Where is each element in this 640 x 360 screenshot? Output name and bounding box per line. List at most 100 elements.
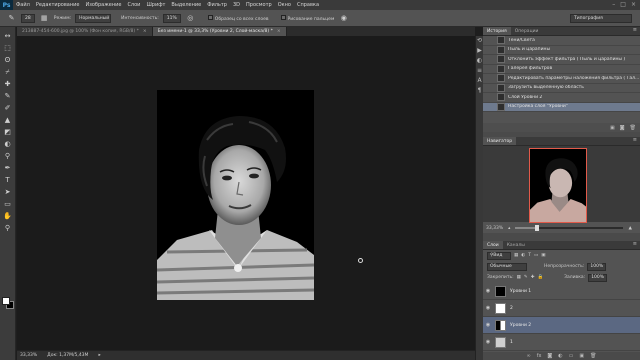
adjustments-panel-icon[interactable]: ◐ bbox=[477, 58, 482, 64]
menu-item-8[interactable]: Просмотр bbox=[243, 2, 275, 8]
new-layer-icon[interactable]: ▣ bbox=[579, 353, 584, 359]
history-state[interactable]: Настройка слоя "Уровни" bbox=[483, 102, 640, 112]
panel-menu-icon[interactable]: ≡ bbox=[633, 241, 640, 249]
minimize-button[interactable]: – bbox=[612, 1, 615, 8]
crop-tool-icon[interactable]: ✚ bbox=[2, 79, 13, 90]
menu-item-0[interactable]: Файл bbox=[13, 2, 33, 8]
tab-layers[interactable]: Слои bbox=[483, 241, 503, 249]
layer-name[interactable]: Уровни 1 bbox=[510, 289, 531, 294]
history-state[interactable]: Отклонить эффект фильтра ( Пыль и царапи… bbox=[483, 55, 640, 65]
layer-thumbnail[interactable] bbox=[495, 285, 506, 297]
layer-style-icon[interactable]: fx bbox=[537, 353, 542, 359]
fill-input[interactable]: 100% bbox=[588, 273, 608, 282]
history-state[interactable]: Галерея фильтров bbox=[483, 64, 640, 74]
layer-kind-select[interactable]: ⚲ Вид bbox=[487, 251, 511, 260]
pen-tool-icon[interactable]: ▭ bbox=[2, 199, 13, 210]
history-brush-tool-icon[interactable]: ◐ bbox=[2, 139, 13, 150]
layer-thumbnail[interactable] bbox=[495, 319, 506, 331]
history-state[interactable]: Тени/Света bbox=[483, 36, 640, 46]
menu-item-9[interactable]: Окно bbox=[275, 2, 294, 8]
filter-shape-icon[interactable]: ▭ bbox=[534, 253, 538, 258]
healing-tool-icon[interactable]: ✐ bbox=[2, 103, 13, 114]
panel-menu-icon[interactable]: ≡ bbox=[633, 137, 640, 145]
brush-preset-icon[interactable]: ✎ bbox=[6, 13, 17, 24]
navigator-thumbnail[interactable] bbox=[529, 148, 587, 223]
history-state[interactable]: Загрузить выделенную область bbox=[483, 83, 640, 93]
pressure-icon[interactable]: ◎ bbox=[185, 13, 196, 24]
zoom-in-icon[interactable]: ▲ bbox=[628, 226, 631, 231]
lasso-tool-icon[interactable]: ʘ bbox=[2, 55, 13, 66]
tab-history[interactable]: История bbox=[483, 27, 511, 35]
filter-smart-icon[interactable]: ▣ bbox=[541, 253, 545, 258]
menu-item-4[interactable]: Шрифт bbox=[143, 2, 168, 8]
brush-panel-toggle-icon[interactable]: ▦ bbox=[39, 13, 50, 24]
layer-thumbnail[interactable] bbox=[495, 336, 506, 348]
tab-document-2[interactable]: Без имени-1 @ 33,3% (Уровни 2, Слой-маск… bbox=[152, 27, 287, 36]
sample-all-option[interactable]: Образец со всех слоев bbox=[207, 14, 269, 22]
move-tool-icon[interactable]: ↔ bbox=[2, 31, 13, 42]
status-arrow-icon[interactable]: ▸ bbox=[98, 353, 100, 358]
history-panel-icon[interactable]: ⟲ bbox=[477, 38, 482, 44]
lock-all-icon[interactable]: 🔒 bbox=[537, 275, 543, 280]
eyedropper-tool-icon[interactable]: ✎ bbox=[2, 91, 13, 102]
brush-tool-icon[interactable]: ▲ bbox=[2, 115, 13, 126]
tab-navigator[interactable]: Навигатор bbox=[483, 137, 517, 145]
character-panel-icon[interactable]: A bbox=[477, 78, 481, 84]
finger-painting-option[interactable]: Рисование пальцем bbox=[280, 14, 334, 22]
blend-mode-select[interactable]: Обычные bbox=[487, 262, 527, 271]
visibility-eye-icon[interactable]: ◉ bbox=[483, 322, 493, 328]
delete-state-icon[interactable]: 🗑 bbox=[630, 125, 636, 131]
actions-panel-icon[interactable]: ▶ bbox=[477, 48, 482, 54]
quick-select-tool-icon[interactable]: ⌿ bbox=[2, 67, 13, 78]
filter-pixel-icon[interactable]: ▦ bbox=[514, 253, 518, 258]
document-image[interactable] bbox=[157, 90, 314, 300]
new-adjustment-icon[interactable]: ◐ bbox=[558, 353, 562, 359]
eraser-tool-icon[interactable]: ⚲ bbox=[2, 151, 13, 162]
path-select-tool-icon[interactable]: ⚲ bbox=[2, 223, 13, 234]
maximize-button[interactable]: □ bbox=[620, 1, 626, 8]
zoom-slider[interactable] bbox=[515, 225, 624, 231]
navigator-preview[interactable] bbox=[483, 146, 640, 223]
mode-select[interactable]: Нормальный bbox=[75, 13, 112, 23]
visibility-eye-icon[interactable]: ◉ bbox=[483, 339, 493, 345]
menu-item-6[interactable]: Фильтр bbox=[204, 2, 230, 8]
menu-item-1[interactable]: Редактирование bbox=[33, 2, 83, 8]
history-state[interactable]: Редактировать параметры наложения фильтр… bbox=[483, 74, 640, 84]
properties-panel-icon[interactable]: ≡ bbox=[477, 68, 482, 74]
lock-pixels-icon[interactable]: ✎ bbox=[524, 275, 528, 280]
brush-size-picker[interactable]: 28 bbox=[21, 13, 35, 23]
layer-row[interactable]: ◉ Уровни 2 bbox=[483, 317, 640, 334]
layer-thumbnail[interactable] bbox=[495, 302, 506, 314]
stamp-tool-icon[interactable]: ◩ bbox=[2, 127, 13, 138]
delete-layer-icon[interactable]: 🗑 bbox=[590, 353, 596, 359]
tablet-pressure-icon[interactable]: ◉ bbox=[338, 13, 349, 24]
gradient-tool-icon[interactable]: ✒ bbox=[2, 163, 13, 174]
lock-transparent-icon[interactable]: ▦ bbox=[517, 275, 521, 280]
menu-item-5[interactable]: Выделение bbox=[168, 2, 204, 8]
sample-all-checkbox[interactable] bbox=[207, 14, 213, 20]
menu-item-10[interactable]: Справка bbox=[294, 2, 322, 8]
link-layers-icon[interactable]: ∞ bbox=[527, 353, 531, 359]
new-document-from-state-icon[interactable]: ▣ bbox=[610, 125, 615, 131]
zoom-slider-knob[interactable] bbox=[535, 225, 540, 231]
layer-row[interactable]: ◉ 2 bbox=[483, 300, 640, 317]
panel-menu-icon[interactable]: ≡ bbox=[633, 27, 640, 35]
filter-adjustment-icon[interactable]: ◐ bbox=[521, 253, 525, 258]
tab-document-1[interactable]: 213887-454-600.jpg @ 100% (Фон копия, RG… bbox=[17, 27, 153, 36]
close-tab-icon[interactable]: × bbox=[143, 29, 147, 34]
layer-row[interactable]: ◉ 1 bbox=[483, 334, 640, 351]
strength-input[interactable]: 11% bbox=[162, 13, 181, 23]
canvas-area[interactable] bbox=[17, 36, 475, 350]
lock-position-icon[interactable]: ✚ bbox=[531, 275, 535, 280]
marquee-tool-icon[interactable]: ⬚ bbox=[2, 43, 13, 54]
status-zoom[interactable]: 33,33% bbox=[20, 353, 37, 358]
opacity-input[interactable]: 100% bbox=[587, 262, 607, 271]
layer-row[interactable]: ◉ Уровни 1 bbox=[483, 283, 640, 300]
close-window-button[interactable]: × bbox=[631, 1, 636, 8]
visibility-eye-icon[interactable]: ◉ bbox=[483, 305, 493, 311]
tab-actions[interactable]: Операции bbox=[511, 27, 543, 35]
type-tool-icon[interactable]: ✋ bbox=[2, 211, 13, 222]
blur-tool-icon[interactable]: T bbox=[2, 175, 13, 186]
menu-item-2[interactable]: Изображение bbox=[82, 2, 124, 8]
history-state[interactable]: Пыль и царапины bbox=[483, 45, 640, 55]
